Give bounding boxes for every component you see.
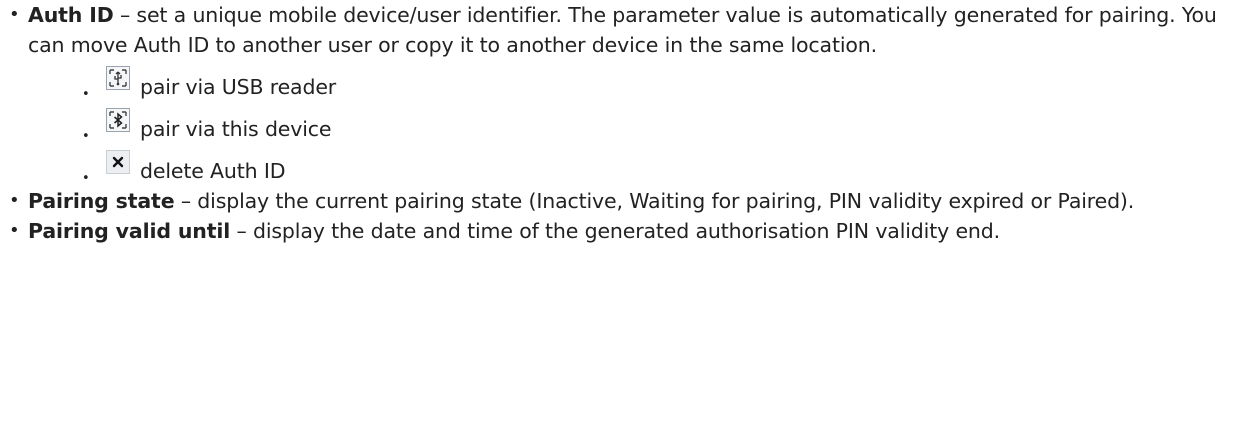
auth-id-actions-list: • pair via USB reader • pair via this de… [28, 60, 1240, 186]
bullet: • [9, 220, 20, 241]
description-pairing-valid-until: – display the date and time of the gener… [230, 219, 1001, 243]
bullet: • [9, 190, 20, 211]
list-item-pairing-state: • Pairing state – display the current pa… [0, 186, 1240, 216]
sub-item-label: pair via this device [140, 117, 332, 141]
sub-item-usb-pair: • pair via USB reader [28, 60, 1240, 102]
usb-pair-icon [106, 66, 130, 90]
bullet: • [9, 4, 20, 25]
sub-item-label: delete Auth ID [140, 159, 286, 183]
sub-item-delete: • delete Auth ID [28, 144, 1240, 186]
term-pairing-state: Pairing state [28, 189, 175, 213]
list-item-auth-id: • Auth ID – set a unique mobile device/u… [0, 0, 1240, 186]
document: • Auth ID – set a unique mobile device/u… [0, 0, 1247, 448]
list-item-pairing-valid-until: • Pairing valid until – display the date… [0, 216, 1240, 246]
description-auth-id: – set a unique mobile device/user identi… [28, 3, 1217, 57]
sub-item-bluetooth-pair: • pair via this device [28, 102, 1240, 144]
description-pairing-state: – display the current pairing state (Ina… [174, 189, 1135, 213]
term-auth-id: Auth ID [28, 3, 114, 27]
bluetooth-pair-icon [106, 108, 130, 132]
sub-item-label: pair via USB reader [140, 75, 337, 99]
parameter-list: • Auth ID – set a unique mobile device/u… [0, 0, 1240, 246]
term-pairing-valid-until: Pairing valid until [28, 219, 231, 243]
delete-icon [106, 150, 130, 174]
